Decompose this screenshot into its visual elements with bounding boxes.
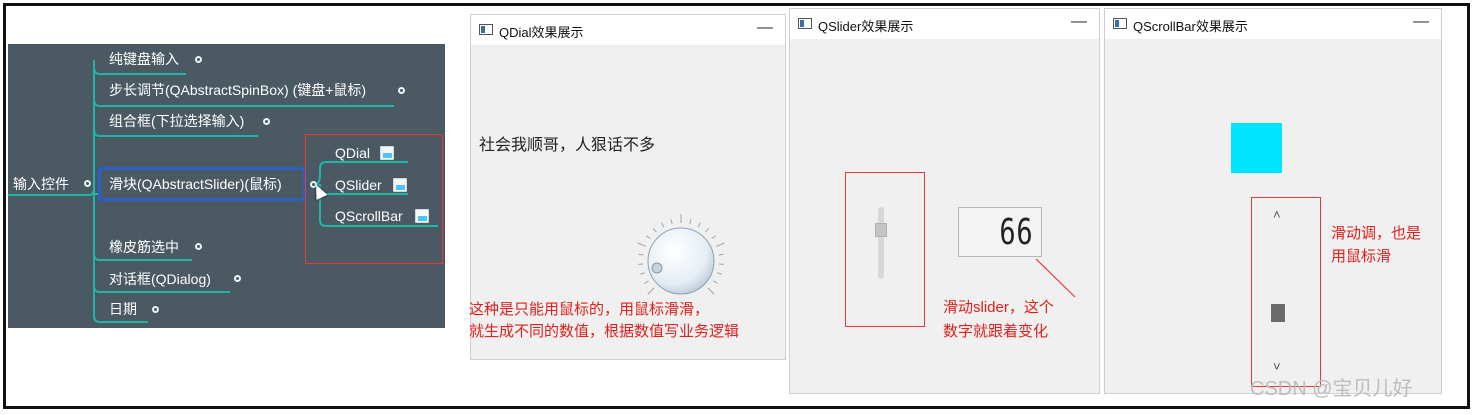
dial-tick [647,287,655,295]
mind-map-item-dot[interactable] [195,56,202,63]
window-app-icon [1113,18,1127,29]
scrollbar-note-line: 用鼠标滑 [1331,248,1392,265]
dial-tick [715,242,725,247]
dial-tick [645,235,651,240]
vertical-slider[interactable] [875,207,887,279]
dial-control[interactable] [631,211,731,311]
dial-tick [638,253,644,256]
dial-tick [661,222,665,228]
slider-handle[interactable] [875,222,887,237]
slider-highlight-box [845,172,925,327]
dial-tick [718,253,724,256]
mind-map-sub-item[interactable]: QSlider [335,176,382,194]
mind-map-sub-item[interactable]: QScrollBar [335,207,403,225]
mind-map-item[interactable]: 步长调节(QAbstractSpinBox) (键盘+鼠标) [109,81,366,99]
note-icon[interactable] [380,146,394,160]
dial-tick [713,280,718,284]
scrollbar-highlight-box [1251,197,1321,387]
mind-map-item-dot[interactable] [398,87,405,94]
dial-note-line: 这种是只能用鼠标的，用鼠标滑滑， [469,301,710,318]
window-titlebar[interactable]: QDial效果展示 — [471,15,785,45]
window-app-icon [798,18,812,29]
dial-note-line: 就生成不同的数值，根据数值写业务逻辑 [469,323,740,340]
slider-note-line: 滑动slider，这个 [943,299,1054,316]
minimize-button[interactable]: — [757,19,773,37]
dial-label: 社会我顺哥，人狠话不多 [479,135,656,154]
window-app-icon [479,24,493,35]
qslider-window: QSlider效果展示 — 66 滑动slider，这个 数字就跟着变化 [789,8,1100,394]
dial-tick [716,272,723,275]
mind-map-item-dot[interactable] [234,275,241,282]
dial-tick [711,235,717,240]
scrollbar-note-line: 滑动调，也是 [1331,225,1422,242]
dial-tick [697,222,701,228]
window-title: QSlider效果展示 [818,19,914,34]
scrollbar-handle[interactable] [1271,304,1285,323]
dial-tick [670,219,673,225]
window-title: QDial效果展示 [499,25,584,40]
mind-map-item[interactable]: 对话框(QDialog) [109,270,211,288]
dial-tick [705,227,710,233]
minimize-button[interactable]: — [1071,13,1087,31]
note-icon[interactable] [415,209,429,223]
color-square [1231,123,1282,173]
dial-tick [637,242,647,247]
dial-tick [639,272,646,275]
watermark: CSDN @宝贝儿好 [1250,378,1413,400]
mind-map-sub-item[interactable]: QDial [335,144,370,162]
lcd-number: 66 [958,207,1042,257]
window-titlebar[interactable]: QScrollBar效果展示 — [1105,9,1441,39]
mind-map-root-dot[interactable] [84,180,91,187]
dial-tick [652,227,657,233]
lcd-value: 66 [998,212,1033,253]
mind-map-item[interactable]: 组合框(下拉选择输入) [109,112,244,130]
up-arrow-button[interactable]: ˄ [1273,207,1281,222]
qscrollbar-window: QScrollBar效果展示 — ˄ ˅ 滑动调，也是 用鼠标滑 [1104,8,1442,394]
dial-tick [707,287,715,295]
mind-map-item[interactable]: 滑块(QAbstractSlider)(鼠标) [109,175,282,193]
window-titlebar[interactable]: QSlider效果展示 — [790,9,1099,39]
mind-map-root[interactable]: 输入控件 [13,175,69,193]
slider-note-line: 数字就跟着变化 [943,323,1049,340]
mind-map-item-dot[interactable] [195,243,202,250]
window-title: QScrollBar效果展示 [1133,19,1248,34]
dial-tick [689,219,692,225]
mind-map-item-dot[interactable] [263,118,270,125]
dial-tick [644,280,649,284]
minimize-button[interactable]: — [1413,13,1429,31]
mind-map: 输入控件 纯键盘输入 步长调节(QAbstractSpinBox) (键盘+鼠标… [8,44,445,328]
note-icon[interactable] [393,178,407,192]
scrollbar-track[interactable] [1271,225,1285,363]
highlight-box [305,134,443,264]
qdial-window: QDial效果展示 — 社会我顺哥，人狠话不多 这种是只能用鼠标的，用鼠标滑滑，… [469,14,786,360]
mind-map-item[interactable]: 日期 [109,300,137,318]
mind-map-item[interactable]: 橡皮筋选中 [109,238,179,256]
mind-map-item-dot[interactable] [152,306,159,313]
mind-map-item[interactable]: 纯键盘输入 [109,50,179,68]
